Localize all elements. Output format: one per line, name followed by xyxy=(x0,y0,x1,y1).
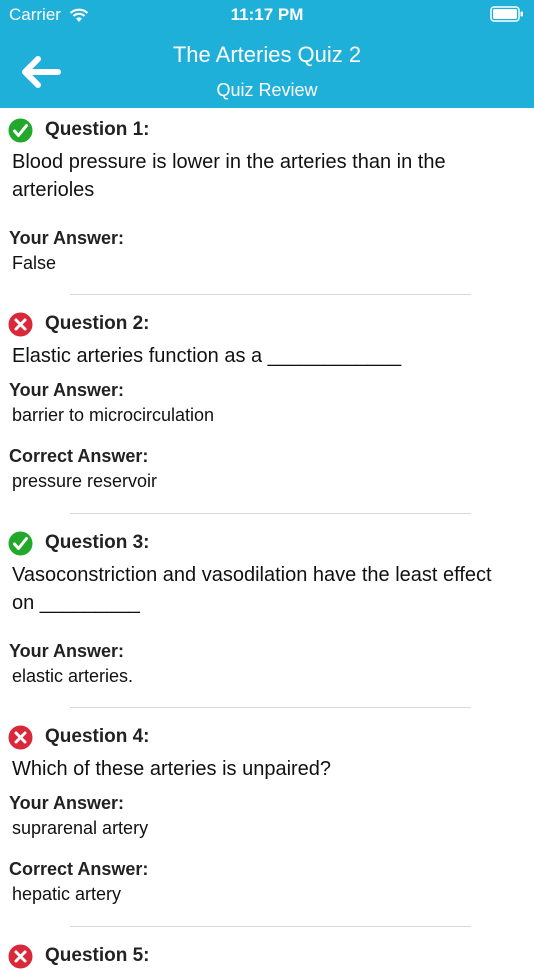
divider xyxy=(70,707,471,708)
your-answer-label: Your Answer: xyxy=(9,793,125,813)
question-header: Question 3: xyxy=(0,529,534,557)
question-header: Question 5: xyxy=(0,942,534,970)
question-label: Question 2: xyxy=(45,313,150,334)
page-title: The Arteries Quiz 2 xyxy=(172,42,362,67)
incorrect-x-icon xyxy=(8,944,33,968)
question-header: Question 1: xyxy=(0,116,534,144)
question-text: Vasoconstriction and vasodilation have t… xyxy=(12,564,492,614)
question-item: Question 2: Elastic arteries function as… xyxy=(0,310,534,492)
question-label: Question 5: xyxy=(45,945,150,966)
navigation-header: Carrier 11:17 PM The Arteries Quiz 2 Qui… xyxy=(0,0,534,108)
your-answer-value: barrier to microcirculation xyxy=(12,405,215,425)
question-text: Blood pressure is lower in the arteries … xyxy=(12,151,446,201)
your-answer-value: False xyxy=(12,253,57,273)
correct-answer-label: Correct Answer: xyxy=(9,446,149,466)
your-answer-value: suprarenal artery xyxy=(12,818,149,838)
quiz-review-list[interactable]: Question 1: Blood pressure is lower in t… xyxy=(0,108,534,968)
divider xyxy=(70,513,471,514)
question-label: Question 3: xyxy=(45,532,150,553)
question-header: Question 4: xyxy=(0,723,534,751)
incorrect-x-icon xyxy=(8,312,33,336)
your-answer-value: elastic arteries. xyxy=(12,666,134,686)
correct-check-icon xyxy=(8,118,33,142)
question-text: Which of these arteries is unpaired? xyxy=(12,758,332,780)
question-label: Question 4: xyxy=(45,726,150,747)
question-item: Question 5: xyxy=(0,942,534,970)
status-time: 11:17 PM xyxy=(230,5,304,24)
correct-answer-label: Correct Answer: xyxy=(9,859,149,879)
battery-icon xyxy=(490,6,523,22)
divider xyxy=(70,294,471,295)
correct-answer-value: pressure reservoir xyxy=(12,471,158,491)
correct-check-icon xyxy=(8,531,33,555)
incorrect-x-icon xyxy=(8,725,33,749)
question-item: Question 4: Which of these arteries is u… xyxy=(0,723,534,905)
question-item: Question 3: Vasoconstriction and vasodil… xyxy=(0,529,534,687)
your-answer-label: Your Answer: xyxy=(9,228,125,248)
question-text: Elastic arteries function as a _________… xyxy=(12,345,402,367)
question-item: Question 1: Blood pressure is lower in t… xyxy=(0,116,534,274)
page-subtitle: Quiz Review xyxy=(216,80,318,100)
correct-answer-value: hepatic artery xyxy=(12,884,122,904)
question-header: Question 2: xyxy=(0,310,534,338)
question-label: Question 1: xyxy=(45,119,150,140)
divider xyxy=(70,926,471,927)
your-answer-label: Your Answer: xyxy=(9,380,125,400)
your-answer-label: Your Answer: xyxy=(9,641,125,661)
